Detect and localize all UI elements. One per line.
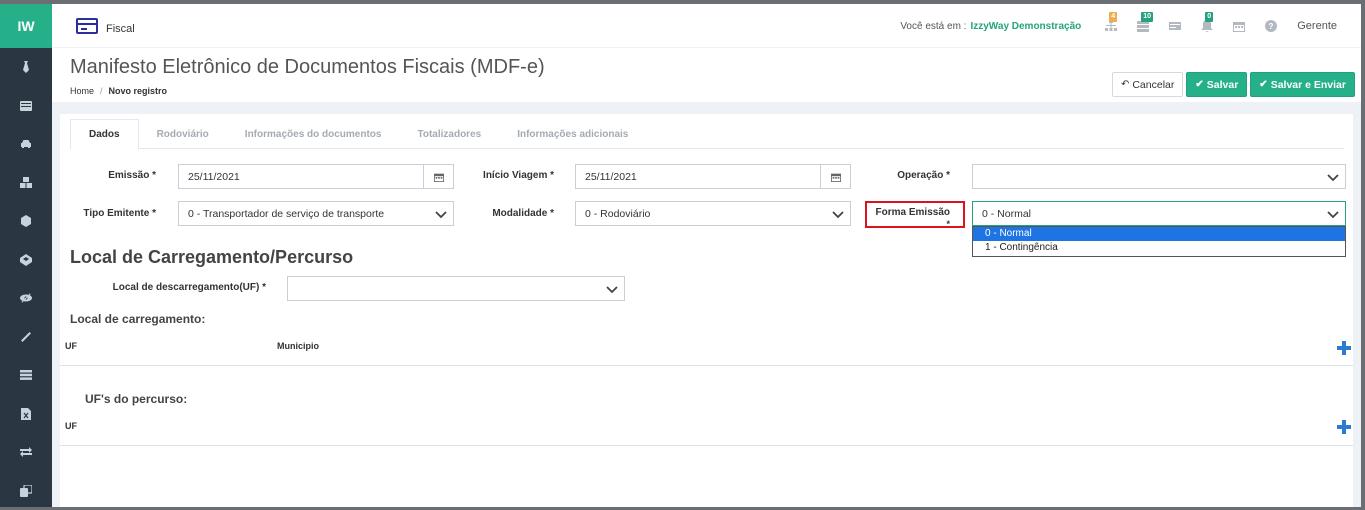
svg-text:?: ? [1269,22,1274,31]
forma-emissao-required: * [946,219,950,229]
tab-bar: Dados Rodoviário Informações do document… [70,119,1344,150]
you-are-at-label: Você está em : [900,20,967,32]
car-icon[interactable] [0,125,52,164]
column-header-municipio: Municipio [277,341,319,351]
sitemap-badge: 4 [1109,12,1118,22]
tie-icon[interactable] [0,48,52,87]
tab-informacoes-adicionais[interactable]: Informações adicionais [499,119,646,149]
form-actions: ↶ Cancelar ✔ Salvar ✔ Salvar e Enviar [1111,72,1355,97]
user-menu[interactable]: Gerente [1297,20,1337,32]
calendar-icon[interactable] [820,165,850,188]
credit-card-icon [76,17,98,34]
check-circle-icon: ✔ [1259,79,1268,90]
local-section-title: Local de Carregamento/Percurso [70,247,354,267]
percurso-title: UF's do percurso: [85,392,188,406]
descarregamento-select[interactable] [287,276,625,301]
app-logo[interactable]: IW [0,4,52,48]
inicio-viagem-label: Início Viagem * [483,170,554,181]
magic-icon[interactable] [0,318,52,357]
chevron-down-icon [1327,211,1339,219]
forma-emissao-options: 0 - Normal 1 - Contingência [972,226,1346,257]
cancel-button[interactable]: ↶ Cancelar [1111,72,1184,97]
breadcrumb-home[interactable]: Home [70,86,94,96]
divider [60,365,1353,366]
page-header: Manifesto Eletrônico de Documentos Fisca… [52,48,1361,102]
add-carregamento-plus-icon[interactable] [1337,341,1351,355]
descarregamento-label: Local de descarregamento(UF) * [112,282,266,293]
modalidade-select[interactable]: 0 - Rodoviário [575,201,851,226]
operacao-label: Operação * [897,170,950,181]
module-label: Fiscal [106,22,135,35]
forma-emissao-select[interactable]: 0 - Normal [972,201,1346,226]
notifications-badge: 0 [1205,12,1214,22]
tab-totalizadores[interactable]: Totalizadores [399,119,499,149]
tipo-emitente-label: Tipo Emitente * [83,208,156,219]
cubes-icon[interactable] [0,164,52,203]
question-circle-icon: ? [1265,20,1278,32]
forma-emissao-label: Forma Emissão [875,207,950,218]
column-header-uf: UF [65,341,77,351]
emissao-label: Emissão * [108,170,156,181]
tab-informacoes-documentos[interactable]: Informações do documentos [227,119,400,149]
cube-icon[interactable] [0,202,52,241]
codepen-icon[interactable] [0,241,52,280]
modalidade-label: Modalidade * [492,208,554,219]
sitemap-button[interactable]: 4 [1095,12,1127,36]
breadcrumb: Home / Novo registro [70,86,167,96]
table-icon[interactable] [0,356,52,395]
exchange-icon[interactable] [0,433,52,472]
grid-badge: 10 [1141,12,1154,22]
eye-slash-icon[interactable] [0,279,52,318]
excel-icon[interactable] [0,395,52,434]
undo-icon: ↶ [1120,79,1130,90]
carregamento-title: Local de carregamento: [70,312,206,326]
chevron-down-icon [606,286,618,294]
notifications-button[interactable]: 0 [1191,12,1223,36]
chevron-down-icon [1327,174,1339,182]
add-percurso-plus-icon[interactable] [1337,420,1351,434]
chevron-down-icon [435,211,447,219]
clone-icon[interactable] [0,472,52,510]
tab-dados[interactable]: Dados [70,119,139,150]
company-link[interactable]: IzzyWay Demonstração [970,21,1081,32]
page-title: Manifesto Eletrônico de Documentos Fisca… [70,56,545,78]
calendar-icon [1233,22,1246,32]
chevron-down-icon [832,211,844,219]
module-indicator[interactable]: Fiscal [76,17,135,35]
breadcrumb-current: Novo registro [108,86,168,96]
list-icon[interactable] [0,87,52,126]
top-header: Fiscal Você está em : IzzyWay Demonstraç… [52,4,1361,48]
grid-button[interactable]: 10 [1127,12,1159,36]
form-panel: Dados Rodoviário Informações do document… [60,114,1353,507]
main-content: Dados Rodoviário Informações do document… [52,102,1361,507]
emissao-date-field[interactable]: 25/11/2021 [178,164,454,189]
percurso-column-header-uf: UF [65,421,77,431]
calendar-button[interactable] [1223,16,1255,36]
divider [60,445,1353,446]
tab-rodoviario[interactable]: Rodoviário [139,119,227,149]
operacao-select[interactable] [972,164,1346,189]
option-normal[interactable]: 0 - Normal [973,227,1345,241]
inicio-viagem-date-field[interactable]: 25/11/2021 [575,164,851,189]
save-and-send-button[interactable]: ✔ Salvar e Enviar [1250,72,1355,97]
sidebar: IW [0,4,52,507]
calendar-icon[interactable] [423,165,453,188]
breadcrumb-separator: / [100,86,103,96]
save-button[interactable]: ✔ Salvar [1186,72,1248,97]
card-button[interactable] [1159,16,1191,36]
help-button[interactable]: ? [1255,16,1287,36]
check-icon: ✔ [1195,79,1204,90]
option-contingencia[interactable]: 1 - Contingência [973,241,1345,255]
tipo-emitente-select[interactable]: 0 - Transportador de serviço de transpor… [178,201,454,226]
id-card-icon [1169,22,1182,30]
